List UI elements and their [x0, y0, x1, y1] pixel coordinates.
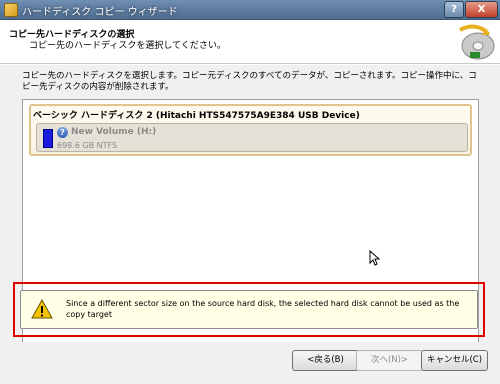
wizard-header: コピー先ハードディスクの選択 コピー先のハードディスクを選択してください。: [0, 20, 500, 64]
volume-usage-bar: [43, 129, 53, 148]
volume-item[interactable]: ? New Volume (H:) 698.6 GB NTFS: [36, 123, 468, 152]
next-button[interactable]: 次へ(N)>: [356, 350, 423, 371]
mouse-cursor-icon: [369, 250, 380, 266]
window-title: ハードディスク コピー ウィザード: [22, 7, 178, 18]
disk-copy-logo-icon: [458, 24, 495, 60]
app-icon: [4, 3, 18, 17]
description-text: コピー先のハードディスクを選択します。コピー元ディスクのすべてのデータが、コピー…: [22, 71, 477, 92]
back-button[interactable]: <戻る(B): [292, 350, 359, 371]
cancel-button[interactable]: キャンセル(C): [421, 350, 488, 371]
close-button[interactable]: X: [465, 1, 498, 18]
warning-message-box: Since a different sector size on the sou…: [20, 290, 478, 329]
question-icon: ?: [57, 127, 68, 138]
page-subtitle: コピー先のハードディスクを選択してください。: [29, 41, 226, 51]
warning-icon: [31, 299, 53, 319]
disk-title: ベーシック ハードディスク 2 (Hitachi HTS547575A9E384…: [33, 111, 360, 121]
wizard-footer: <戻る(B) 次へ(N)> キャンセル(C): [0, 342, 500, 384]
disk-item[interactable]: ベーシック ハードディスク 2 (Hitachi HTS547575A9E384…: [29, 104, 472, 156]
volume-size: 698.6 GB NTFS: [57, 141, 118, 150]
help-button[interactable]: ?: [444, 1, 464, 18]
warning-highlight: Since a different sector size on the sou…: [13, 282, 485, 337]
volume-name: New Volume (H:): [71, 127, 157, 137]
title-bar: ハードディスク コピー ウィザード ? X: [0, 0, 500, 20]
warning-text: Since a different sector size on the sou…: [66, 299, 460, 319]
